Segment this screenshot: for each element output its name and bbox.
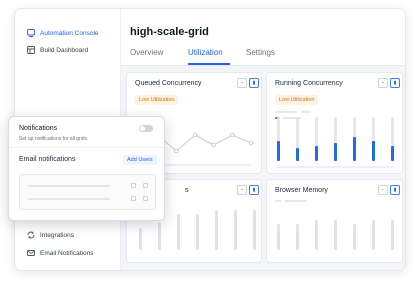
card-title: Running Concurrency [275, 80, 343, 87]
chart-type-bar-icon[interactable]: ▮ [249, 78, 259, 88]
recipient-checkbox[interactable] [143, 183, 148, 188]
placeholder-bar [177, 214, 180, 250]
console-icon [27, 29, 35, 37]
placeholder-bar [296, 224, 299, 250]
recipient-checkbox[interactable] [131, 183, 136, 188]
memory-bar-chart [277, 210, 394, 250]
divider [9, 147, 164, 148]
placeholder-bar [372, 220, 375, 250]
legend-placeholder [285, 200, 307, 202]
tab-overview[interactable]: Overview [130, 48, 163, 57]
sidebar-item-label: Email Notifications [40, 249, 94, 257]
content-header: high-scale-grid Overview Utilization Set… [121, 9, 405, 66]
stage: Automation Console Build Dashboard Integ… [0, 0, 419, 287]
data-point [248, 140, 254, 146]
bar-fill [296, 148, 299, 161]
bar-track [334, 117, 337, 161]
placeholder-bar [139, 228, 142, 250]
placeholder-bar [353, 224, 356, 250]
email-notifications-label: Email notifications [19, 156, 76, 163]
recipient-checkbox[interactable] [131, 196, 136, 201]
card-browser-memory: Browser Memory ⌁ ▮ [266, 179, 403, 263]
placeholder-bar [196, 214, 199, 250]
bar-track [296, 117, 299, 161]
email-recipients-list [19, 174, 156, 210]
placeholder-bar [253, 210, 256, 250]
sidebar-item-email-notifications[interactable]: Email Notifications [27, 249, 93, 257]
card-title: s [185, 187, 189, 194]
notifications-toggle[interactable] [139, 125, 153, 132]
chart-type-bar-icon[interactable]: ▮ [390, 78, 400, 88]
bar-fill [372, 141, 375, 161]
placeholder-bar [391, 220, 394, 250]
placeholder-bar [158, 222, 161, 250]
dashboard-icon [27, 46, 35, 54]
active-tab-indicator [188, 63, 230, 65]
recipient-checkbox[interactable] [143, 196, 148, 201]
legend-placeholder [301, 111, 311, 113]
notifications-subtitle: Set up notifications for all grids. [19, 136, 89, 142]
bar-fill [315, 146, 318, 161]
data-point [174, 148, 179, 154]
add-users-button[interactable]: Add Users [123, 155, 157, 165]
legend-placeholder [275, 200, 281, 202]
bar-track [391, 117, 394, 161]
bar-track [277, 117, 280, 161]
placeholder-bar [334, 220, 337, 250]
bar-track [315, 117, 318, 161]
axis-placeholder [275, 166, 395, 168]
sidebar-item-label: Build Dashboard [40, 46, 89, 54]
placeholder-bar [277, 224, 280, 250]
sidebar-item-automation-console[interactable]: Automation Console [27, 29, 99, 37]
bar-fill [334, 143, 337, 161]
sidebar-item-build-dashboard[interactable]: Build Dashboard [27, 46, 88, 54]
integrations-icon [27, 231, 35, 239]
placeholder-bar [234, 210, 237, 250]
card-running-concurrency: Running Concurrency ⌁ ▮ Low Utilization [266, 72, 403, 174]
data-point [230, 132, 235, 138]
toggle-knob [140, 126, 145, 131]
tab-utilization[interactable]: Utilization [188, 48, 223, 57]
chart-type-line-icon[interactable]: ⌁ [378, 78, 388, 88]
tab-settings[interactable]: Settings [246, 48, 275, 57]
placeholder-bar [315, 220, 318, 250]
bar-fill [391, 146, 394, 161]
recipient-placeholder [28, 198, 110, 200]
card-title: Queued Concurrency [135, 80, 202, 87]
email-notifications-icon [27, 249, 35, 257]
bar-fill [353, 137, 356, 161]
running-bar-chart [277, 117, 394, 161]
notifications-popup: Notifications Set up notifications for a… [8, 116, 165, 221]
data-point [192, 132, 198, 138]
utilization-badge: Low Utilization [135, 95, 179, 105]
page-title: high-scale-grid [130, 26, 209, 38]
sidebar-item-label: Integrations [40, 231, 74, 239]
legend-placeholder [275, 111, 297, 113]
chart-type-bar-icon[interactable]: ▮ [249, 185, 259, 195]
recipient-placeholder [28, 185, 110, 187]
chart-type-line-icon[interactable]: ⌁ [237, 78, 247, 88]
notifications-title: Notifications [19, 125, 58, 132]
placeholder-bar [215, 210, 218, 250]
bar-track [372, 117, 375, 161]
chart-type-line-icon[interactable]: ⌁ [378, 185, 388, 195]
bar-track [353, 117, 356, 161]
utilization-badge: Low Utilization [275, 95, 319, 105]
data-point [211, 142, 216, 148]
bar-fill [277, 141, 280, 161]
sidebar-item-label: Automation Console [40, 29, 99, 37]
chart-type-bar-icon[interactable]: ▮ [390, 185, 400, 195]
card-title: Browser Memory [275, 187, 328, 194]
sidebar-item-integrations[interactable]: Integrations [27, 231, 74, 239]
chart-type-line-icon[interactable]: ⌁ [237, 185, 247, 195]
